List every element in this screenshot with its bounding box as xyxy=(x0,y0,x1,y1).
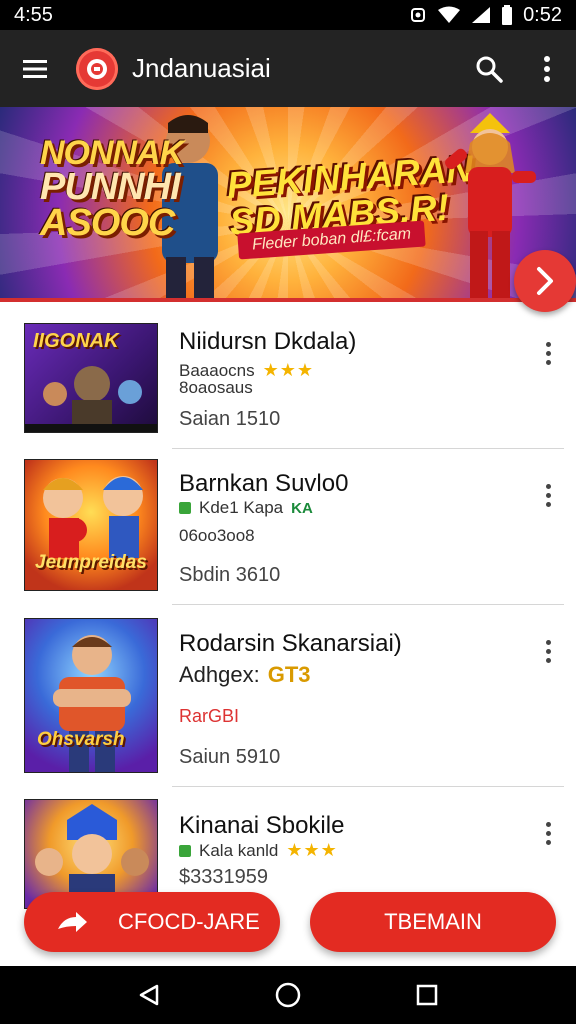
game-thumbnail: IIGONAK xyxy=(24,323,158,433)
status-time-left: 4:55 xyxy=(14,3,53,26)
game-price: Sbdin 3610 xyxy=(179,564,281,586)
promo-banner[interactable]: NONNAK PUNNHI ASOOC PEKINHARAN SD MABS.R… xyxy=(0,107,576,302)
game-title: Kinanai Sbokile xyxy=(179,812,345,839)
app-title: Jndanuasiai xyxy=(132,53,271,83)
game-price: $3331959 xyxy=(179,866,268,888)
share-arrow-icon xyxy=(56,911,88,933)
game-sub-text: Kala kanld xyxy=(199,840,279,860)
game-title: Rodarsin Skanarsiai) xyxy=(179,630,402,657)
list-item[interactable]: IIGONAK Niidursn Dkdala) Baaaocns ★★★ 8o… xyxy=(0,302,576,450)
recents-icon xyxy=(416,984,437,1006)
main-action-button[interactable]: TBEMAIN xyxy=(310,892,556,952)
home-button[interactable] xyxy=(268,975,308,1015)
game-extra: RarGBI xyxy=(179,706,240,726)
rating-stars: ★★★ xyxy=(262,360,315,380)
item-more-button[interactable] xyxy=(536,818,560,848)
app-bar: Jndanuasiai xyxy=(0,30,576,107)
game-subtitle: Kde1 Kapa KA xyxy=(179,498,313,518)
home-icon xyxy=(275,982,301,1008)
game-subtitle: Kala kanld ★★★ xyxy=(179,840,338,861)
game-subtitle: Adhgex: GT3 xyxy=(179,662,311,688)
item-more-button[interactable] xyxy=(536,636,560,666)
search-button[interactable] xyxy=(460,30,518,107)
game-subtitle-2: 8oaosaus xyxy=(179,378,253,397)
game-thumbnail: Ohsvarsh xyxy=(24,618,158,773)
play-badge-icon xyxy=(179,844,191,857)
share-button-label: CFOCD-JARE xyxy=(118,909,260,934)
play-badge-icon xyxy=(179,502,191,514)
back-button[interactable] xyxy=(129,975,169,1015)
list-item[interactable]: Ohsvarsh Rodarsin Skanarsiai) Adhgex: GT… xyxy=(0,606,576,788)
banner-left-art: NONNAK PUNNHI ASOOC xyxy=(40,134,210,245)
game-tag: GT3 xyxy=(267,662,311,687)
menu-button[interactable] xyxy=(0,30,70,107)
wifi-icon xyxy=(437,6,461,24)
system-nav-bar xyxy=(0,966,576,1024)
game-badge: KA xyxy=(291,499,313,517)
status-icons: 0:52 xyxy=(409,4,562,27)
share-button[interactable]: CFOCD-JARE xyxy=(24,892,280,952)
item-more-button[interactable] xyxy=(536,338,560,368)
game-sub-text: Kde1 Kapa xyxy=(199,498,284,517)
app-logo-icon xyxy=(76,47,118,90)
item-more-button[interactable] xyxy=(536,480,560,510)
game-subtitle-2: 06oo3oo8 xyxy=(179,526,255,545)
banner-left-line-2: PUNNHI xyxy=(40,166,181,209)
banner-left-line-1: NONNAK xyxy=(40,134,184,172)
rating-stars: ★★★ xyxy=(286,840,338,860)
divider xyxy=(172,604,564,605)
notification-icon xyxy=(409,6,427,24)
game-price: Saian 1510 xyxy=(179,408,281,430)
game-thumbnail-title: Jeunpreidas xyxy=(35,552,147,573)
search-icon xyxy=(476,56,503,83)
more-vert-icon xyxy=(544,55,550,82)
game-price: Saiun 5910 xyxy=(179,746,281,768)
game-title: Barnkan Suvlo0 xyxy=(179,470,349,497)
menu-icon xyxy=(23,59,47,78)
status-bar: 4:55 0:52 xyxy=(0,0,576,30)
recents-button[interactable] xyxy=(407,975,447,1015)
game-sub-text: Adhgex: xyxy=(179,662,260,687)
divider xyxy=(172,448,564,449)
status-time-right: 0:52 xyxy=(523,3,562,26)
list-item[interactable]: Jeunpreidas Barnkan Suvlo0 Kde1 Kapa KA … xyxy=(0,450,576,606)
game-thumbnail-title: IIGONAK xyxy=(33,330,119,352)
game-title: Niidursn Dkdala) xyxy=(179,328,357,355)
back-icon xyxy=(140,984,159,1006)
main-action-label: TBEMAIN xyxy=(384,909,482,934)
game-thumbnail: Jeunpreidas xyxy=(24,459,158,591)
divider xyxy=(172,786,564,787)
banner-left-line-3: ASOOC xyxy=(40,202,175,245)
chevron-right-icon xyxy=(537,267,553,295)
signal-icon xyxy=(471,6,491,24)
game-thumbnail-title: Ohsvarsh xyxy=(37,729,125,750)
more-options-button[interactable] xyxy=(518,30,576,107)
battery-icon xyxy=(501,5,513,25)
